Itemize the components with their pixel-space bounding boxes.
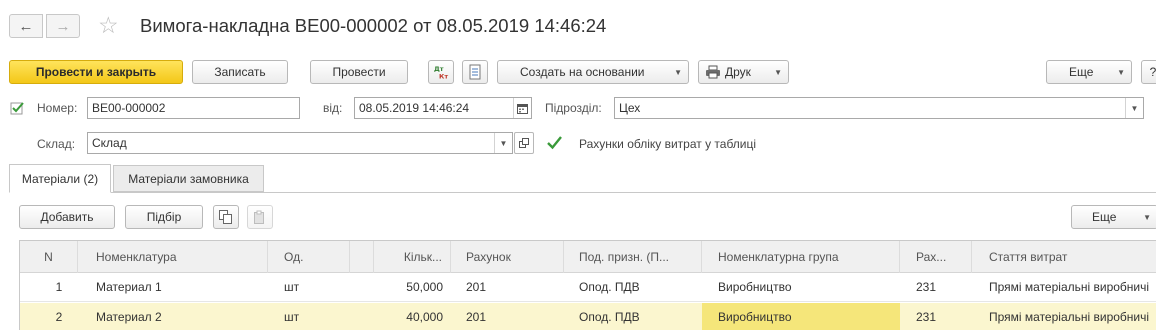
- materials-table: N Номенклатура Од. Кільк... Рахунок Под.…: [19, 240, 1156, 330]
- cell-cost-item: Прямі матеріальні виробничі: [989, 280, 1150, 294]
- calendar-button[interactable]: [513, 98, 531, 118]
- selection-button[interactable]: Підбір: [125, 205, 203, 229]
- column-header-blank[interactable]: [350, 241, 374, 273]
- column-header-unit[interactable]: Од.: [268, 241, 350, 273]
- column-header-account[interactable]: Рахунок: [451, 241, 564, 273]
- post-and-close-button[interactable]: Провести и закрыть: [9, 60, 183, 84]
- more-button[interactable]: Еще ▼: [1046, 60, 1132, 84]
- table-row-selected[interactable]: 2 Материал 2 шт 40,000 201 Опод. ПДВ Вир…: [20, 303, 1156, 330]
- cell-account-2: 231: [916, 310, 937, 324]
- cell-account-2: 231: [916, 280, 937, 294]
- printer-icon: [706, 65, 720, 79]
- tab-divider: [9, 192, 1156, 193]
- number-label: Номер:: [37, 101, 78, 115]
- post-button[interactable]: Провести: [310, 60, 408, 84]
- copy-button[interactable]: [213, 205, 239, 229]
- dt-kt-icon: Дт Кт: [434, 65, 448, 81]
- create-based-on-label: Создать на основании: [520, 65, 645, 79]
- date-label: від:: [323, 101, 343, 115]
- back-button[interactable]: ←: [9, 14, 43, 38]
- column-header-qty[interactable]: Кільк...: [374, 241, 451, 273]
- save-button[interactable]: Записать: [192, 60, 288, 84]
- division-field[interactable]: Цех ▼: [614, 97, 1144, 119]
- column-header-account-2[interactable]: Рах...: [900, 241, 972, 273]
- arrow-right-icon: →: [55, 17, 71, 35]
- arrow-left-icon: ←: [18, 17, 34, 35]
- svg-text:Кт: Кт: [439, 73, 448, 81]
- posted-status-icon: [10, 100, 26, 116]
- warehouse-field[interactable]: Склад ▼: [87, 132, 513, 154]
- caret-down-icon: ▼: [774, 68, 782, 77]
- report-button[interactable]: [462, 60, 488, 84]
- column-header-n[interactable]: N: [20, 241, 78, 273]
- tab-customer-materials[interactable]: Матеріали замовника: [113, 165, 264, 192]
- create-based-on-button[interactable]: Создать на основании ▼: [497, 60, 689, 84]
- column-header-group[interactable]: Номенклатурна група: [702, 241, 900, 273]
- add-row-button[interactable]: Добавить: [19, 205, 115, 229]
- copy-icon: [219, 210, 232, 224]
- help-button[interactable]: ?: [1141, 60, 1156, 84]
- cell-account: 201: [466, 280, 487, 294]
- favorite-star-icon[interactable]: ☆: [98, 11, 119, 39]
- cost-accounts-label: Рахунки обліку витрат у таблиці: [579, 137, 757, 151]
- forward-button[interactable]: →: [46, 14, 80, 38]
- cell-account: 201: [466, 310, 487, 324]
- print-label: Друк: [725, 65, 751, 79]
- paste-icon: [254, 210, 264, 224]
- document-icon: [469, 64, 481, 80]
- more-label: Еще: [1069, 65, 1094, 79]
- caret-down-icon: ▼: [1130, 103, 1139, 113]
- open-in-window-icon: [519, 138, 529, 148]
- warehouse-dropdown-button[interactable]: ▼: [494, 133, 512, 153]
- dt-kt-button[interactable]: Дт Кт: [428, 60, 454, 84]
- cell-group-active[interactable]: Виробництво: [702, 303, 900, 330]
- cell-group: Виробництво: [718, 280, 792, 294]
- cell-unit: шт: [284, 310, 300, 324]
- page-title: Вимога-накладна ВЕ00-000002 от 08.05.201…: [140, 15, 607, 36]
- caret-down-icon: ▼: [499, 138, 508, 148]
- date-value: 08.05.2019 14:46:24: [359, 101, 470, 115]
- division-dropdown-button[interactable]: ▼: [1125, 98, 1143, 118]
- number-field[interactable]: ВЕ00-000002: [87, 97, 300, 119]
- warehouse-label: Склад:: [37, 137, 76, 151]
- calendar-icon: [517, 103, 528, 114]
- cell-tax: Опод. ПДВ: [579, 310, 640, 324]
- table-more-label: Еще: [1092, 210, 1117, 224]
- cell-qty: 50,000: [406, 280, 443, 294]
- caret-down-icon: ▼: [1143, 213, 1151, 222]
- tab-materials[interactable]: Матеріали (2): [9, 164, 111, 193]
- paste-button[interactable]: [247, 205, 273, 229]
- table-more-button[interactable]: Еще ▼: [1071, 205, 1156, 229]
- cell-item: Материал 2: [96, 310, 162, 324]
- caret-down-icon: ▼: [674, 68, 682, 77]
- table-header: N Номенклатура Од. Кільк... Рахунок Под.…: [20, 241, 1156, 273]
- cell-item: Материал 1: [96, 280, 162, 294]
- column-header-tax[interactable]: Под. призн. (П...: [564, 241, 702, 273]
- cell-tax: Опод. ПДВ: [579, 280, 640, 294]
- number-value: ВЕ00-000002: [92, 101, 166, 115]
- column-header-item[interactable]: Номенклатура: [78, 241, 268, 273]
- cell-qty: 40,000: [406, 310, 443, 324]
- table-row[interactable]: 1 Материал 1 шт 50,000 201 Опод. ПДВ Вир…: [20, 273, 1156, 302]
- cost-accounts-checkbox[interactable]: [546, 134, 563, 151]
- division-value: Цех: [619, 101, 641, 115]
- warehouse-open-button[interactable]: [514, 132, 534, 154]
- warehouse-value: Склад: [92, 136, 127, 150]
- column-header-cost-item[interactable]: Стаття витрат: [972, 241, 1156, 273]
- cell-unit: шт: [284, 280, 300, 294]
- caret-down-icon: ▼: [1117, 68, 1125, 77]
- print-button[interactable]: Друк ▼: [698, 60, 789, 84]
- date-field[interactable]: 08.05.2019 14:46:24: [354, 97, 532, 119]
- division-label: Підрозділ:: [545, 101, 602, 115]
- cell-cost-item: Прямі матеріальні виробничі: [989, 310, 1150, 324]
